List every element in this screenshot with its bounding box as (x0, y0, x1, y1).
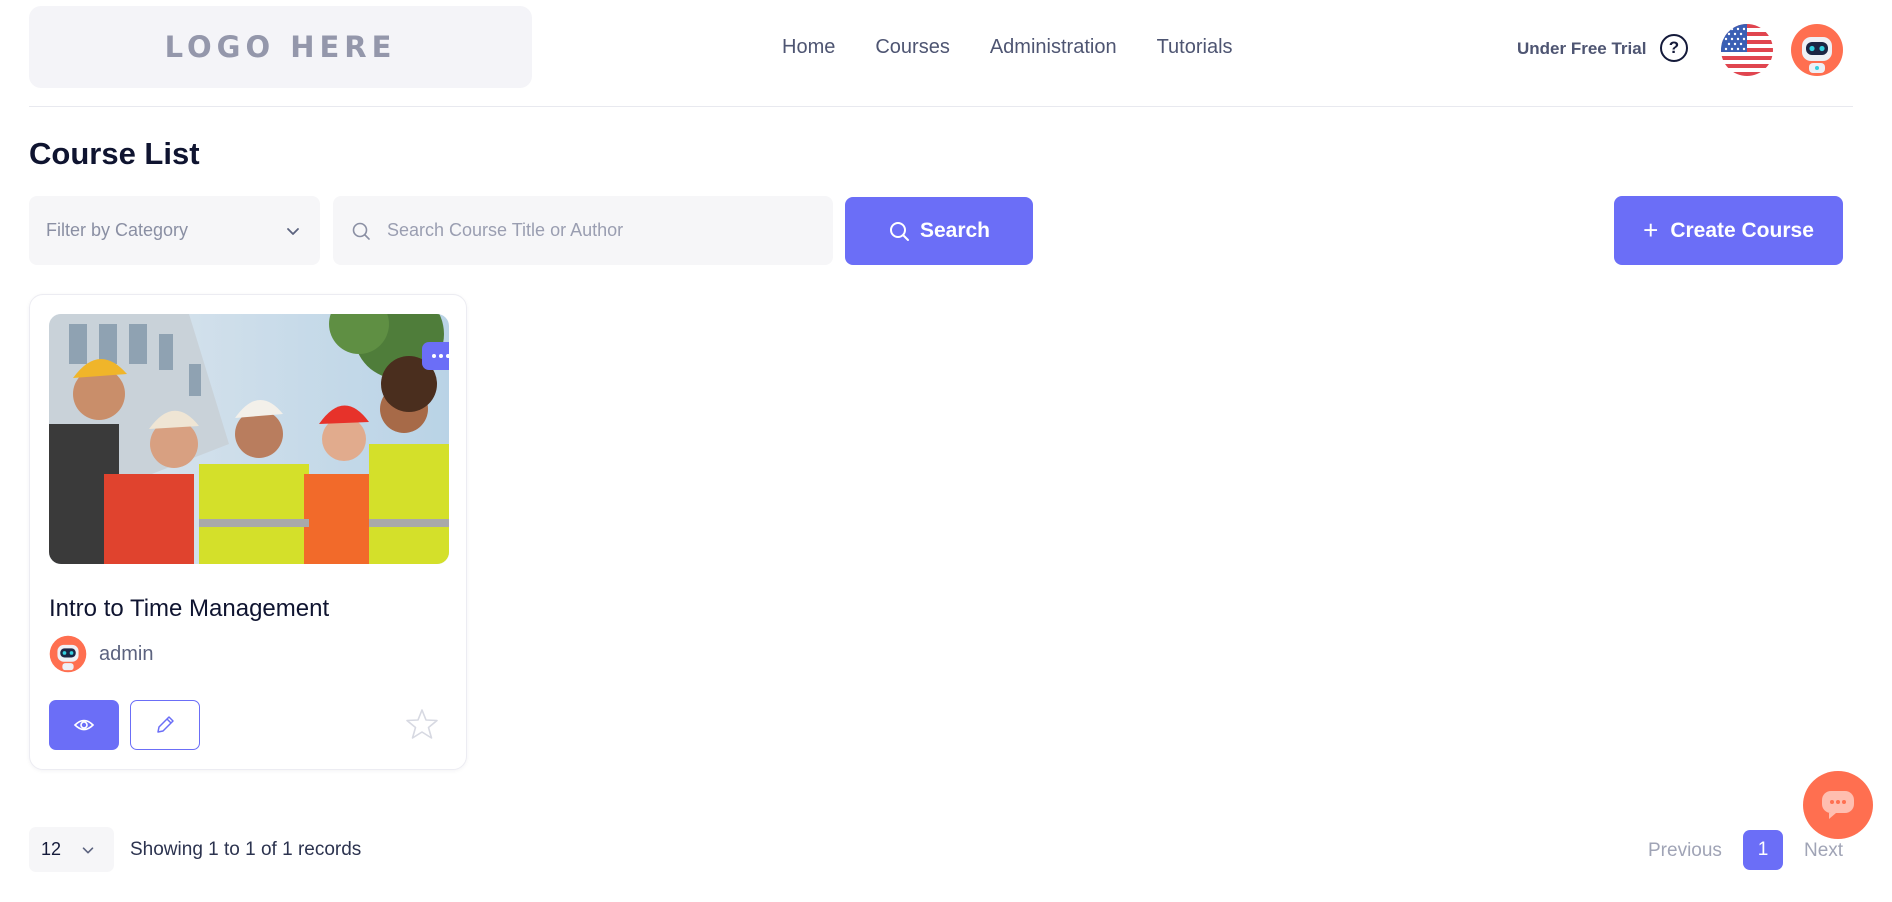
robot-avatar-icon[interactable] (1790, 23, 1844, 77)
search-button-label: Search (919, 219, 991, 242)
create-course-button[interactable]: + Create Course (1614, 196, 1843, 265)
next-page-button[interactable]: Next (1804, 840, 1843, 862)
previous-page-button[interactable]: Previous (1648, 840, 1722, 862)
view-course-button[interactable] (49, 700, 119, 750)
search-box (333, 196, 833, 265)
robot-avatar-icon (49, 635, 87, 673)
search-input[interactable] (387, 220, 807, 241)
pencil-icon (157, 716, 174, 733)
chevron-down-icon (287, 227, 299, 235)
course-card: Intro to Time Management admin (29, 294, 467, 770)
course-author: admin (49, 635, 153, 673)
header-divider (29, 106, 1853, 107)
author-name: admin (99, 642, 154, 665)
per-page-value: 12 (41, 839, 62, 859)
logo[interactable]: LOGO HERE (29, 6, 532, 88)
logo-text: LOGO HERE (164, 30, 397, 64)
main-nav: Home Courses Administration Tutorials (782, 36, 1233, 59)
search-icon (889, 222, 909, 241)
per-page-select[interactable]: 12 (29, 827, 114, 872)
nav-home[interactable]: Home (782, 36, 835, 59)
chat-icon (1822, 791, 1854, 819)
more-options-button[interactable] (422, 342, 449, 370)
search-icon (352, 222, 370, 240)
category-filter-placeholder: Filter by Category (46, 220, 189, 240)
create-course-label: Create Course (1670, 218, 1814, 242)
help-icon[interactable]: ? (1660, 34, 1688, 62)
edit-course-button[interactable] (130, 700, 200, 750)
us-flag-icon[interactable] (1721, 24, 1773, 76)
nav-courses[interactable]: Courses (875, 36, 949, 59)
search-button[interactable]: Search (845, 197, 1033, 265)
trial-status: Under Free Trial (1517, 39, 1647, 58)
course-thumbnail[interactable] (49, 314, 449, 564)
category-filter-select[interactable]: Filter by Category (29, 196, 320, 265)
nav-tutorials[interactable]: Tutorials (1157, 36, 1233, 59)
star-icon[interactable] (405, 707, 439, 741)
chevron-down-icon (82, 846, 94, 854)
nav-administration[interactable]: Administration (990, 36, 1117, 59)
chat-bubble-button[interactable] (1803, 771, 1873, 839)
course-title[interactable]: Intro to Time Management (49, 595, 329, 623)
page-1-button[interactable]: 1 (1743, 830, 1783, 870)
records-summary: Showing 1 to 1 of 1 records (130, 839, 362, 860)
eye-icon (73, 719, 95, 731)
plus-icon: + (1643, 215, 1659, 245)
page-title: Course List (29, 136, 200, 171)
